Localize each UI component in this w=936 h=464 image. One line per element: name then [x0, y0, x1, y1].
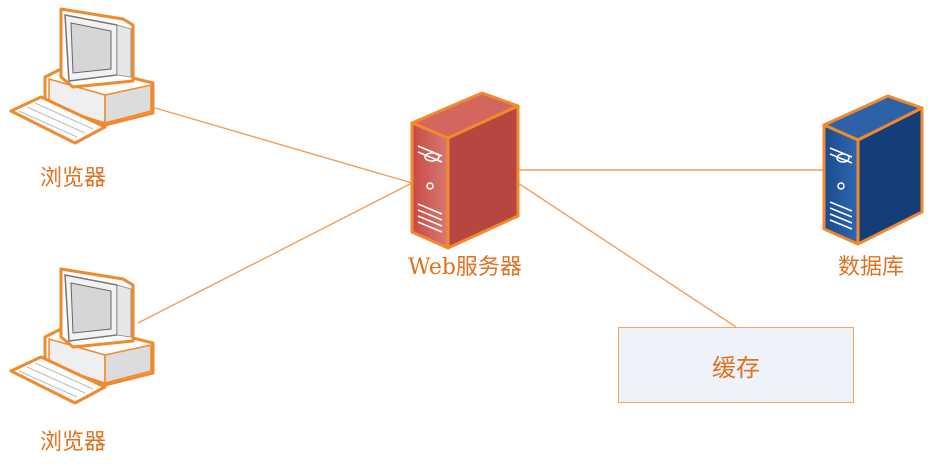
cache-label: 缓存 [712, 353, 760, 382]
connector-webserver-cache [517, 182, 737, 328]
desktop-computer-icon [9, 267, 155, 405]
web-server-label: Web服务器 [408, 255, 522, 280]
browser2-label: 浏览器 [40, 430, 107, 455]
cache-box: 缓存 [618, 327, 854, 403]
browser1-label: 浏览器 [40, 166, 107, 191]
database-label: 数据库 [838, 255, 905, 280]
server-tower-icon [410, 91, 520, 250]
desktop-computer-icon [9, 7, 155, 145]
connector-browser1-webserver [137, 102, 413, 184]
server-tower-icon [822, 94, 924, 246]
architecture-diagram: 浏览器 浏览器 Web服务器 数据库 缓存 [0, 0, 936, 464]
connector-browser2-webserver [137, 182, 413, 324]
